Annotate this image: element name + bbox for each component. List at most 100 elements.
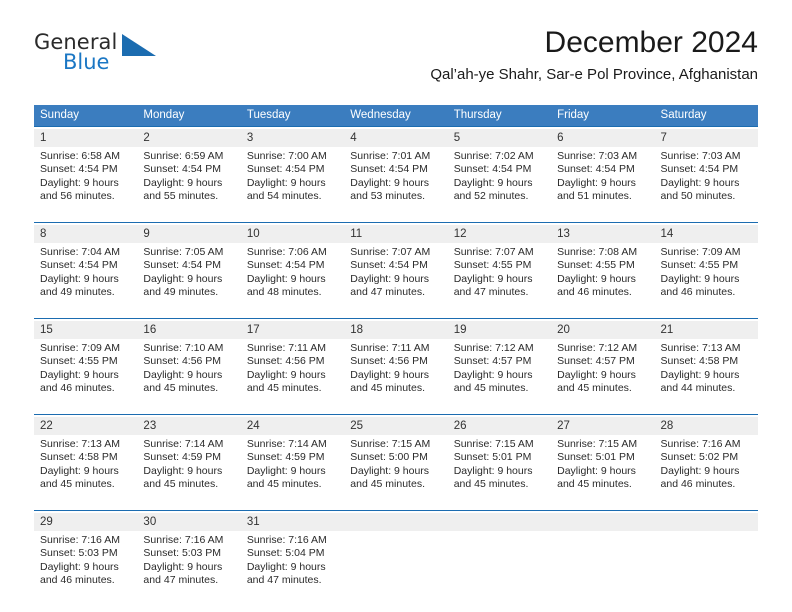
day-cell[interactable]: Sunrise: 7:00 AM Sunset: 4:54 PM Daylight:… <box>241 147 344 223</box>
day-cell[interactable]: Sunrise: 7:15 AM Sunset: 5:00 PM Daylight:… <box>344 435 447 511</box>
day-sunrise-text: Sunrise: 7:14 AM <box>246 438 327 450</box>
day-cell[interactable]: Sunrise: 7:12 AM Sunset: 4:57 PM Daylight:… <box>448 339 551 415</box>
day-sunrise-text: Sunrise: 7:10 AM <box>143 342 224 354</box>
day-number-cell[interactable]: 14 <box>654 225 758 243</box>
day-number-cell[interactable]: 29 <box>34 513 138 531</box>
day-number-cell[interactable]: 27 <box>551 417 655 435</box>
day-cell[interactable]: Sunrise: 7:13 AM Sunset: 4:58 PM Daylight:… <box>34 435 137 511</box>
day-number-cell[interactable]: 30 <box>137 513 241 531</box>
day-daylight-text: and 45 minutes. <box>143 478 219 491</box>
day-daylight-text: and 47 minutes. <box>246 574 322 587</box>
day-number-cell[interactable]: 2 <box>137 129 241 147</box>
day-daylight-text: Daylight: 9 hours <box>453 272 533 285</box>
day-daylight-text: Daylight: 9 hours <box>453 368 533 381</box>
day-cell[interactable]: Sunrise: 7:14 AM Sunset: 4:59 PM Daylight:… <box>241 435 344 511</box>
day-sunrise-text: Sunrise: 7:16 AM <box>246 534 327 546</box>
day-number-cell[interactable]: 8 <box>34 225 138 243</box>
day-number-cell[interactable]: 15 <box>34 321 138 339</box>
day-number-cell[interactable]: 19 <box>447 321 552 339</box>
day-daylight-text: Daylight: 9 hours <box>660 464 740 477</box>
day-cell[interactable]: Sunrise: 7:16 AM Sunset: 5:04 PM Daylight:… <box>241 531 344 606</box>
day-daylight-text: and 53 minutes. <box>350 190 425 203</box>
day-number-cell[interactable]: 25 <box>344 417 448 435</box>
day-daylight-text: and 51 minutes. <box>557 190 632 203</box>
day-cell[interactable]: Sunrise: 6:59 AM Sunset: 4:54 PM Daylight:… <box>137 147 240 223</box>
day-number-cell[interactable]: 1 <box>34 129 138 147</box>
day-number-cell[interactable]: 31 <box>240 513 345 531</box>
general-blue-logo[interactable]: General Blue <box>34 30 164 82</box>
day-cell[interactable]: Sunrise: 7:07 AM Sunset: 4:54 PM Daylight:… <box>344 243 447 319</box>
day-daylight-text: Daylight: 9 hours <box>143 368 223 381</box>
day-sunrise-text: Sunrise: 7:03 AM <box>660 150 741 162</box>
day-number-cell[interactable]: 26 <box>447 417 552 435</box>
day-cell[interactable]: Sunrise: 7:11 AM Sunset: 4:56 PM Daylight:… <box>241 339 344 415</box>
day-cell[interactable]: Sunrise: 7:09 AM Sunset: 4:55 PM Daylight:… <box>655 243 758 319</box>
day-cell[interactable]: Sunrise: 7:15 AM Sunset: 5:01 PM Daylight:… <box>448 435 551 511</box>
day-cell[interactable]: Sunrise: 7:07 AM Sunset: 4:55 PM Daylight:… <box>448 243 551 319</box>
day-number-cell[interactable]: 18 <box>344 321 448 339</box>
day-cell[interactable]: Sunrise: 7:16 AM Sunset: 5:03 PM Daylight:… <box>34 531 137 606</box>
day-number-cell[interactable]: 3 <box>240 129 345 147</box>
day-daylight-text: Daylight: 9 hours <box>660 272 740 285</box>
day-cell[interactable]: Sunrise: 7:04 AM Sunset: 4:54 PM Daylight:… <box>34 243 137 319</box>
day-number-cell[interactable]: 10 <box>240 225 345 243</box>
day-cell[interactable]: Sunrise: 7:01 AM Sunset: 4:54 PM Daylight:… <box>344 147 447 223</box>
day-cell[interactable]: Sunrise: 7:14 AM Sunset: 4:59 PM Daylight:… <box>137 435 240 511</box>
day-sunrise-text: Sunrise: 7:16 AM <box>143 534 224 546</box>
day-cell[interactable]: Sunrise: 7:06 AM Sunset: 4:54 PM Daylight:… <box>241 243 344 319</box>
day-cell[interactable]: Sunrise: 7:12 AM Sunset: 4:57 PM Daylight:… <box>551 339 654 415</box>
day-number-cell[interactable]: 13 <box>551 225 655 243</box>
day-cell[interactable]: Sunrise: 7:02 AM Sunset: 4:54 PM Daylight:… <box>448 147 551 223</box>
page-subtitle: Qal’ah-ye Shahr, Sar-e Pol Province, Afg… <box>430 66 758 83</box>
day-cell[interactable]: Sunrise: 7:13 AM Sunset: 4:58 PM Daylight:… <box>655 339 758 415</box>
day-cell[interactable]: Sunrise: 7:03 AM Sunset: 4:54 PM Daylight:… <box>655 147 758 223</box>
day-cell[interactable]: Sunrise: 7:15 AM Sunset: 5:01 PM Daylight:… <box>551 435 654 511</box>
day-cell[interactable]: Sunrise: 7:11 AM Sunset: 4:56 PM Daylight:… <box>344 339 447 415</box>
day-number-cell-empty <box>654 513 758 531</box>
day-sunset-text: Sunset: 4:54 PM <box>40 259 118 272</box>
day-daylight-text: and 45 minutes. <box>557 382 632 395</box>
day-daylight-text: Daylight: 9 hours <box>143 176 223 189</box>
day-daylight-text: Daylight: 9 hours <box>40 560 119 573</box>
day-sunrise-text: Sunrise: 7:07 AM <box>453 246 534 258</box>
day-number-cell[interactable]: 16 <box>137 321 241 339</box>
day-daylight-text: Daylight: 9 hours <box>246 560 326 573</box>
day-sunrise-text: Sunrise: 7:04 AM <box>40 246 120 258</box>
day-cell[interactable]: Sunrise: 7:10 AM Sunset: 4:56 PM Daylight:… <box>137 339 240 415</box>
day-daylight-text: Daylight: 9 hours <box>350 464 430 477</box>
day-cell[interactable]: Sunrise: 7:16 AM Sunset: 5:03 PM Daylight:… <box>137 531 240 606</box>
day-number-cell[interactable]: 17 <box>240 321 345 339</box>
day-number-cell[interactable]: 12 <box>447 225 552 243</box>
day-daylight-text: and 47 minutes. <box>453 286 529 299</box>
day-number-row: 22 23 24 25 26 27 28 <box>34 417 758 435</box>
day-number-cell[interactable]: 24 <box>240 417 345 435</box>
day-number-cell[interactable]: 9 <box>137 225 241 243</box>
day-number-cell[interactable]: 23 <box>137 417 241 435</box>
day-cell[interactable]: Sunrise: 7:08 AM Sunset: 4:55 PM Daylight:… <box>551 243 654 319</box>
day-cell[interactable]: Sunrise: 7:16 AM Sunset: 5:02 PM Daylight:… <box>655 435 758 511</box>
day-number-cell[interactable]: 5 <box>447 129 552 147</box>
day-number-cell[interactable]: 28 <box>654 417 758 435</box>
day-daylight-text: and 47 minutes. <box>143 574 219 587</box>
day-number-cell[interactable]: 6 <box>551 129 655 147</box>
day-daylight-text: Daylight: 9 hours <box>40 368 119 381</box>
day-number-cell[interactable]: 11 <box>344 225 448 243</box>
day-number-cell[interactable]: 21 <box>654 321 758 339</box>
day-sunset-text: Sunset: 4:57 PM <box>557 355 635 368</box>
day-sunrise-text: Sunrise: 7:12 AM <box>557 342 638 354</box>
day-number-cell[interactable]: 7 <box>654 129 758 147</box>
day-daylight-text: Daylight: 9 hours <box>557 272 636 285</box>
weekday-header-tuesday: Tuesday <box>240 105 345 127</box>
day-cell[interactable]: Sunrise: 7:03 AM Sunset: 4:54 PM Daylight:… <box>551 147 654 223</box>
day-number-cell[interactable]: 22 <box>34 417 138 435</box>
day-number-cell[interactable]: 4 <box>344 129 448 147</box>
day-cell[interactable]: Sunrise: 6:58 AM Sunset: 4:54 PM Daylight:… <box>34 147 137 223</box>
day-cell[interactable]: Sunrise: 7:09 AM Sunset: 4:55 PM Daylight:… <box>34 339 137 415</box>
day-daylight-text: and 46 minutes. <box>660 478 736 491</box>
day-sunrise-text: Sunrise: 6:58 AM <box>40 150 120 162</box>
day-sunset-text: Sunset: 5:00 PM <box>350 451 428 464</box>
day-sunset-text: Sunset: 5:04 PM <box>246 547 325 560</box>
day-number-cell[interactable]: 20 <box>551 321 655 339</box>
day-sunset-text: Sunset: 4:54 PM <box>350 163 428 176</box>
day-cell[interactable]: Sunrise: 7:05 AM Sunset: 4:54 PM Daylight:… <box>137 243 240 319</box>
